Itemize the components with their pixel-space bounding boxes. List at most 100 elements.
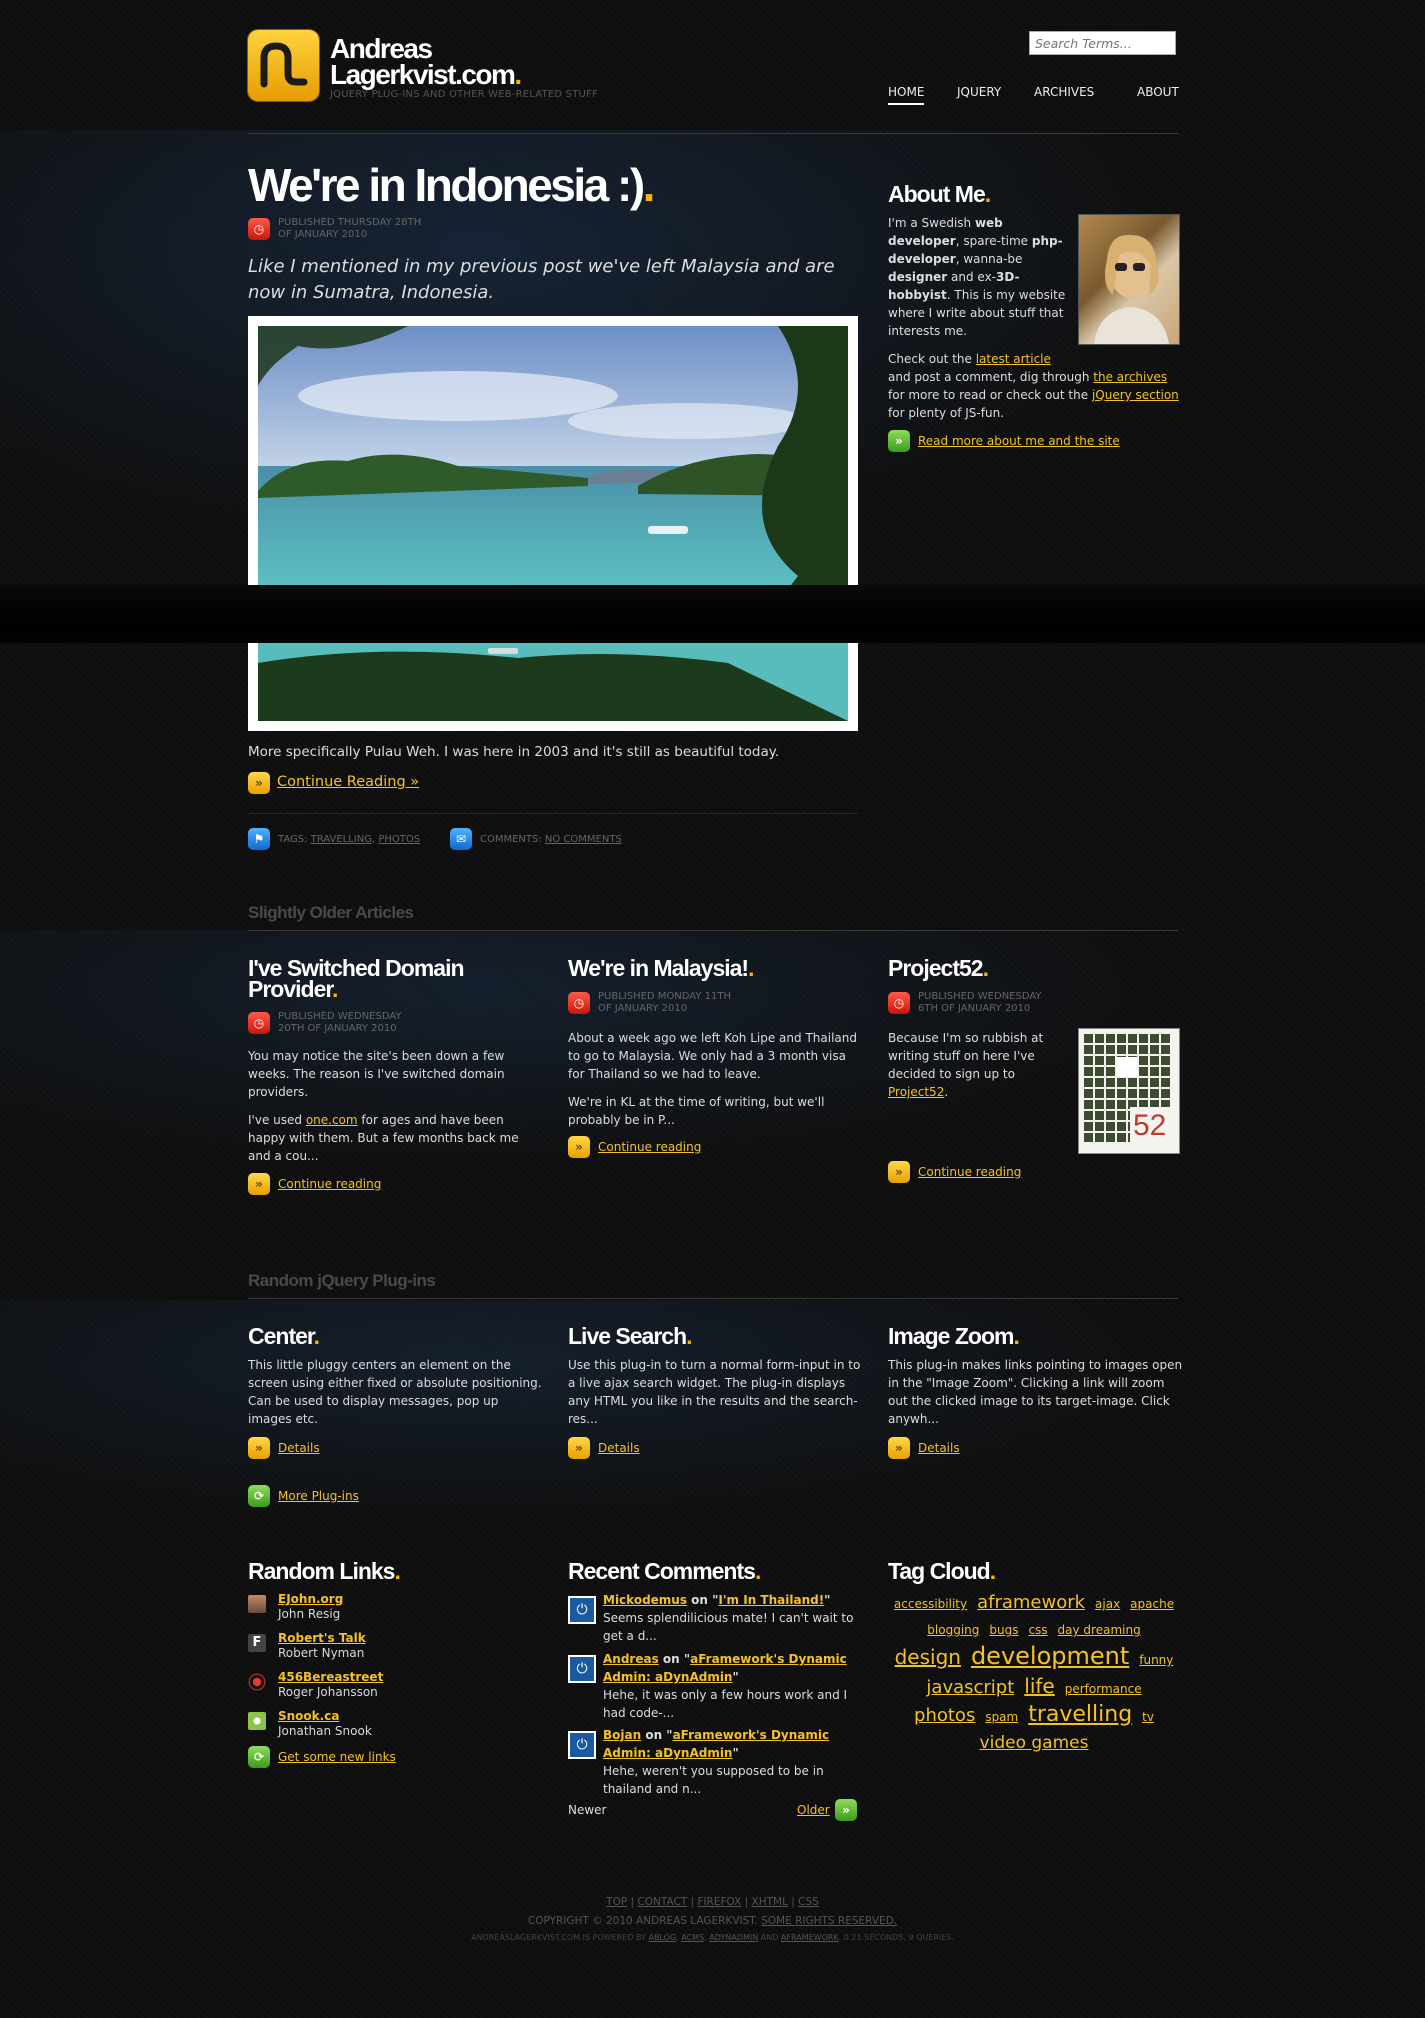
plugin-livesearch-title[interactable]: Live Search. [568,1325,693,1348]
comment-author-link[interactable]: Mickodemus [603,1593,687,1607]
tag-link[interactable]: travelling [1028,1702,1132,1727]
tag-link[interactable]: spam [985,1710,1018,1724]
latest-article-link[interactable]: latest article [976,352,1051,366]
link-roberts-talk-author: Robert Nyman [278,1646,365,1660]
comment-author-link[interactable]: Andreas [603,1652,659,1666]
post-comments: Comments: No comments [480,834,622,845]
tag-link[interactable]: accessibility [894,1597,967,1611]
footer-top-link[interactable]: Top [606,1896,627,1908]
footer-firefox-link[interactable]: Firefox [697,1896,741,1908]
link-snook[interactable]: Snook.ca [278,1709,339,1723]
aframework-link[interactable]: aFramework [781,1933,839,1942]
comments-link[interactable]: No comments [545,834,622,845]
site-title[interactable]: Andreas Lagerkvist.com. [330,35,522,89]
project52-link[interactable]: Project52 [888,1085,944,1099]
comment-3: Bojan on "aFramework's Dynamic Admin: aD… [603,1728,830,1796]
nav-about[interactable]: ABOUT [1137,85,1179,99]
ejohn-favicon [248,1595,266,1613]
site-tagline: jQuery plug-ins and other web-related st… [330,89,598,100]
search-input[interactable] [1029,31,1176,55]
link-ejohn[interactable]: EJohn.org [278,1592,343,1606]
next-icon[interactable]: » [835,1799,857,1821]
continue-icon: » [248,1173,270,1195]
post-lead: Like I mentioned in my previous post we'… [248,256,835,303]
tag-link[interactable]: aframework [977,1592,1085,1613]
comments-newer[interactable]: Newer [568,1803,607,1817]
link-456bereastreet[interactable]: 456Bereastreet [278,1670,383,1684]
snook-favicon [248,1712,266,1730]
tag-link[interactable]: ajax [1095,1597,1120,1611]
plugin-livesearch-details[interactable]: Details [598,1441,640,1455]
nav-archives[interactable]: ARCHIVES [1034,85,1094,99]
adynadmin-link[interactable]: aDynAdmin [709,1933,758,1942]
plugin-center-title[interactable]: Center. [248,1325,320,1348]
acms-link[interactable]: aCMS [681,1933,704,1942]
about-more-link[interactable]: Read more about me and the site [918,434,1120,448]
plugins-divider [248,1298,1178,1299]
tag-photos[interactable]: Photos [378,834,420,845]
onecom-link[interactable]: one.com [306,1113,358,1127]
link-456bereastreet-author: Roger Johansson [278,1685,378,1699]
flag-icon: ⚑ [248,828,270,850]
plugin-center-details[interactable]: Details [278,1441,320,1455]
footer-copyright: Copyright © 2010 Andreas Lagerkvist. Som… [527,1915,898,1927]
nav-jquery[interactable]: JQUERY [957,85,1001,99]
tag-link[interactable]: css [1028,1623,1047,1637]
article-malaysia-continue[interactable]: Continue reading [598,1140,701,1154]
footer-xhtml-link[interactable]: XHTML [752,1896,788,1908]
roberts-talk-favicon: F [248,1634,266,1652]
comments-older-link[interactable]: Older [797,1803,830,1817]
tag-link[interactable]: video games [980,1733,1089,1753]
plugin-imagezoom-details[interactable]: Details [918,1441,960,1455]
tag-link[interactable]: photos [914,1705,975,1726]
article-malaysia-text2: We're in KL at the time of writing, but … [568,1095,825,1127]
article-domain-title[interactable]: I've Switched Domain Provider. [248,957,538,1001]
bereastreet-favicon [248,1673,266,1691]
about-title: About Me. [888,181,991,207]
continue-icon: » [568,1136,590,1158]
tag-link[interactable]: bugs [989,1623,1018,1637]
details-icon: » [248,1437,270,1459]
tag-link[interactable]: funny [1139,1653,1173,1667]
site-logo[interactable] [248,30,319,101]
article-project52-text: Because I'm so rubbish at writing stuff … [888,1031,1044,1099]
article-project52-continue[interactable]: Continue reading [918,1165,1021,1179]
post-title[interactable]: We're in Indonesia :). [248,158,656,212]
tag-link[interactable]: development [971,1642,1129,1670]
tag-link[interactable]: blogging [927,1623,979,1637]
article-domain-date: Published Wednesday 20th of January 2010 [278,1011,402,1034]
tag-link[interactable]: javascript [926,1677,1014,1698]
tag-link[interactable]: design [895,1645,961,1669]
tag-link[interactable]: performance [1065,1682,1142,1696]
logo-icon [260,42,308,88]
tag-link[interactable]: tv [1142,1710,1154,1724]
tag-link[interactable]: life [1024,1674,1054,1698]
link-roberts-talk[interactable]: Robert's Talk [278,1631,366,1645]
continue-reading-link[interactable]: Continue Reading » [277,774,419,790]
archives-link[interactable]: the archives [1093,370,1167,384]
article-domain-continue[interactable]: Continue reading [278,1177,381,1191]
commenter-avatar: ⏻ [568,1655,596,1683]
nav-home[interactable]: HOME [888,85,925,105]
comment-author-link[interactable]: Bojan [603,1728,641,1742]
read-more-icon: » [888,430,910,452]
footer-contact-link[interactable]: Contact [637,1896,687,1908]
tag-travelling[interactable]: Travelling [311,834,372,845]
ablog-link[interactable]: aBlog [649,1933,677,1942]
new-links-link[interactable]: Get some new links [278,1750,396,1764]
tag-link[interactable]: day dreaming [1058,1623,1141,1637]
article-malaysia-title[interactable]: We're in Malaysia!. [568,957,755,980]
rights-link[interactable]: Some rights reserved. [761,1915,897,1927]
comment-post-link[interactable]: I'm In Thailand! [718,1593,824,1607]
tag-link[interactable]: apache [1130,1597,1174,1611]
article-project52-date: Published Wednesday 6th of January 2010 [918,991,1042,1014]
article-project52-title[interactable]: Project52. [888,957,989,980]
more-plugins-link[interactable]: More Plug-ins [278,1489,359,1503]
plugin-imagezoom-title[interactable]: Image Zoom. [888,1325,1020,1348]
details-icon: » [888,1437,910,1459]
article-domain-text2: I've used one.com for ages and have been… [248,1113,519,1163]
project52-badge[interactable]: 52 [1078,1028,1180,1154]
article-malaysia-date: Published Monday 11th of January 2010 [598,991,732,1014]
footer-css-link[interactable]: CSS [798,1896,819,1908]
jquery-section-link[interactable]: jQuery section [1092,388,1179,402]
